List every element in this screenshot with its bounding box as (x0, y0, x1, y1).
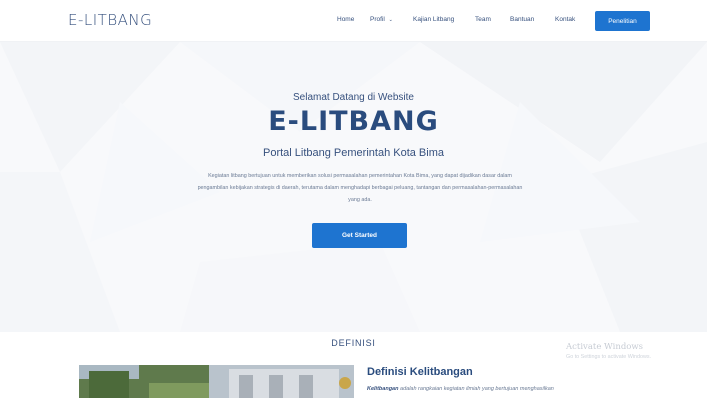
nav-link-label: Kontak (555, 16, 576, 23)
get-started-button[interactable]: Get Started (312, 223, 407, 248)
hero-title: E-LITBANG (268, 106, 439, 137)
definisi-text: Kelitbangan adalah rangkaian kegiatan il… (367, 386, 554, 392)
nav-link-label: Profil (370, 16, 385, 23)
nav-link-profil[interactable]: Profil ⌄ (370, 16, 393, 23)
hero-subtitle: Portal Litbang Pemerintah Kota Bima (263, 147, 444, 159)
nav-link-team[interactable]: Team (475, 16, 491, 23)
hero-greeting: Selamat Datang di Website (293, 92, 414, 103)
definisi-heading: Definisi Kelitbangan (367, 366, 473, 378)
activate-windows-title: Activate Windows (566, 342, 644, 352)
hero-description: Kegiatan litbang bertujuan untuk memberi… (197, 173, 523, 203)
definisi-text-lead: Kelitbangan (367, 386, 399, 392)
nav-link-label: Bantuan (510, 16, 535, 23)
activate-windows-subtitle: Go to Settings to activate Windows. (566, 354, 652, 360)
nav-link-label: Kajian Litbang (413, 16, 455, 23)
nav-link-home[interactable]: Home (337, 16, 354, 23)
chevron-down-icon: ⌄ (388, 17, 393, 23)
penelitian-button[interactable]: Penelitian (595, 11, 650, 31)
definisi-photo (79, 365, 354, 398)
nav-link-bantuan[interactable]: Bantuan (510, 16, 534, 23)
nav-link-label: Team (475, 16, 491, 23)
navbar: E-LITBANG Home Profil ⌄ Kajian Litbang T… (0, 0, 707, 42)
nav-link-kontak[interactable]: Kontak (555, 16, 575, 23)
nav-link-kajian-litbang[interactable]: Kajian Litbang (413, 16, 454, 23)
nav-link-label: Home (337, 16, 355, 23)
definisi-text-rest: adalah rangkaian kegiatan ilmiah yang be… (398, 386, 554, 392)
hero-section: Selamat Datang di Website E-LITBANG Port… (0, 42, 707, 332)
